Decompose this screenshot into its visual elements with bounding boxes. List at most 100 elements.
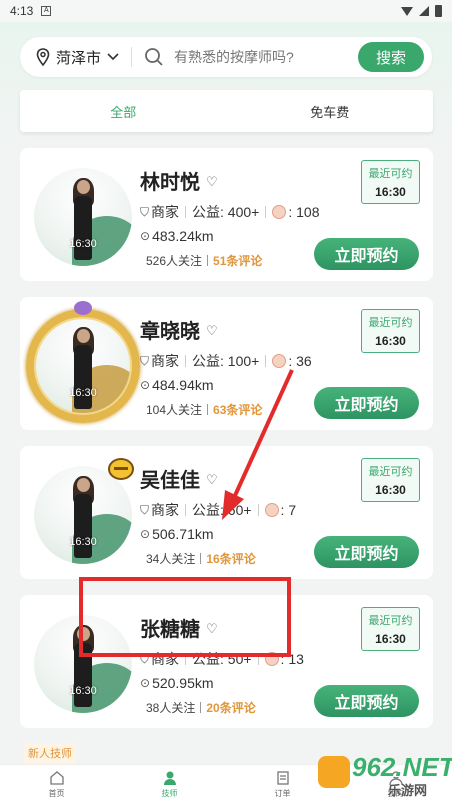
recent-label: 最近可约 [368,317,413,329]
tab-free-fare[interactable]: 免车费 [227,102,434,121]
merchant-label: 商家 [151,502,180,518]
distance-row: ⊙ 506.71km [140,526,214,542]
recent-available-badge: 最近可约 16:30 [361,160,420,204]
book-now-button[interactable]: 立即预约 [314,536,419,568]
location-label: 菏泽市 [56,49,102,67]
avatar-time: 16:30 [69,685,97,697]
stats-row: 104人关注 63条评论 [146,401,262,418]
heart-icon[interactable]: ♡ [206,472,218,488]
order-icon [276,770,289,785]
location-pin-icon: ⊙ [140,676,151,690]
distance-row: ⊙ 484.94km [140,377,214,393]
profile-icon [388,770,403,785]
bottom-navigation: 首页 技师 订单 我的 [0,764,452,803]
location-pin-icon [36,48,50,66]
shield-icon: ⛉ [140,502,150,517]
heart-icon[interactable]: ♡ [206,174,218,190]
nav-profile-label: 我的 [387,788,404,798]
reviews[interactable]: 63条评论 [213,401,262,418]
heart-icon[interactable]: ♡ [206,323,218,339]
recent-available-badge: 最近可约 16:30 [361,607,420,651]
search-icon [145,48,163,66]
meta-row: ⛉ 商家 公益: 100+ : 36 [140,351,312,371]
chevron-down-icon [107,53,119,61]
status-bar: 4:13 A [0,0,452,22]
stats-row: 526人关注 51条评论 [146,252,262,269]
gold-avatar-frame [26,309,140,423]
nav-technician-label: 技师 [161,788,178,798]
nav-orders[interactable]: 订单 [226,765,339,803]
search-bar: 菏泽市 搜索 [20,37,432,77]
signal-icon [419,6,429,16]
charity-label: 公益: 60+ [192,502,252,518]
followers: 526人关注 [146,254,203,268]
book-now-button[interactable]: 立即预约 [314,685,419,717]
technician-name: 章晓晓 [140,321,200,343]
reviews[interactable]: 20条评论 [206,699,255,716]
location-selector[interactable]: 菏泽市 [20,47,119,68]
nav-technician[interactable]: 技师 [113,765,226,803]
book-now-button[interactable]: 立即预约 [314,387,419,419]
followers: 104人关注 [146,403,203,417]
recent-time: 16:30 [375,483,406,497]
recent-label: 最近可约 [368,615,413,627]
notification-icon: A [41,6,52,16]
reviews[interactable]: 16条评论 [206,550,255,567]
flower-icon [272,205,287,219]
nav-home-label: 首页 [48,788,65,798]
technician-name: 林时悦 [140,172,200,194]
search-divider [131,47,133,67]
recent-time: 16:30 [375,334,406,348]
avatar[interactable]: 16:30 [34,466,132,564]
recent-available-badge: 最近可约 16:30 [361,309,420,353]
book-now-button[interactable]: 立即预约 [314,238,419,270]
distance: 484.94km [152,377,214,393]
filter-tabs: 全部 免车费 [20,90,433,132]
status-time: 4:13 [10,4,34,18]
bee-badge-icon [108,458,134,480]
distance: 520.95km [152,675,214,691]
avatar[interactable]: 16:30 [34,168,132,266]
technician-card[interactable]: 16:30 吴佳佳 ♡ ⛉ 商家 公益: 60+ : 7 ⊙ 506.71km … [20,446,433,579]
flower-icon [264,503,279,517]
search-input[interactable] [174,49,345,65]
shield-icon: ⛉ [140,204,150,219]
shield-icon: ⛉ [140,353,150,368]
battery-icon [435,5,442,17]
distance-row: ⊙ 520.95km [140,675,214,691]
charity-label: 公益: 400+ [192,204,260,220]
recent-label: 最近可约 [368,168,413,180]
meta-row: ⛉ 商家 公益: 60+ : 7 [140,500,296,520]
merchant-label: 商家 [151,353,180,369]
followers: 38人关注 [146,701,196,715]
avatar-time: 16:30 [69,238,97,250]
followers: 34人关注 [146,552,196,566]
flower-icon [272,354,287,368]
recent-available-badge: 最近可约 16:30 [361,458,420,502]
location-pin-icon: ⊙ [140,229,151,243]
technician-card[interactable]: 16:30 章晓晓 ♡ ⛉ 商家 公益: 100+ : 36 ⊙ 484.94k… [20,297,433,430]
distance: 483.24km [152,228,214,244]
technician-card[interactable]: 16:30 林时悦 ♡ ⛉ 商家 公益: 400+ : 108 ⊙ 483.24… [20,148,433,281]
nav-orders-label: 订单 [274,788,291,798]
search-button[interactable]: 搜索 [358,42,424,72]
tab-all[interactable]: 全部 [20,102,227,121]
location-pin-icon: ⊙ [140,378,151,392]
wifi-icon [401,6,413,16]
location-pin-icon: ⊙ [140,527,151,541]
flower-count: : 108 [288,204,320,220]
meta-row: ⛉ 商家 公益: 400+ : 108 [140,202,319,222]
nav-profile[interactable]: 我的 [339,765,452,803]
recent-time: 16:30 [375,185,406,199]
avatar-time: 16:30 [69,536,97,548]
gem-icon [74,301,92,315]
home-icon [49,770,64,785]
reviews[interactable]: 51条评论 [213,252,262,269]
distance-row: ⊙ 483.24km [140,228,214,244]
nav-home[interactable]: 首页 [0,765,113,803]
technician-icon [163,771,176,785]
stats-row: 38人关注 20条评论 [146,699,256,716]
stats-row: 34人关注 16条评论 [146,550,256,567]
merchant-label: 商家 [151,204,180,220]
distance: 506.71km [152,526,214,542]
